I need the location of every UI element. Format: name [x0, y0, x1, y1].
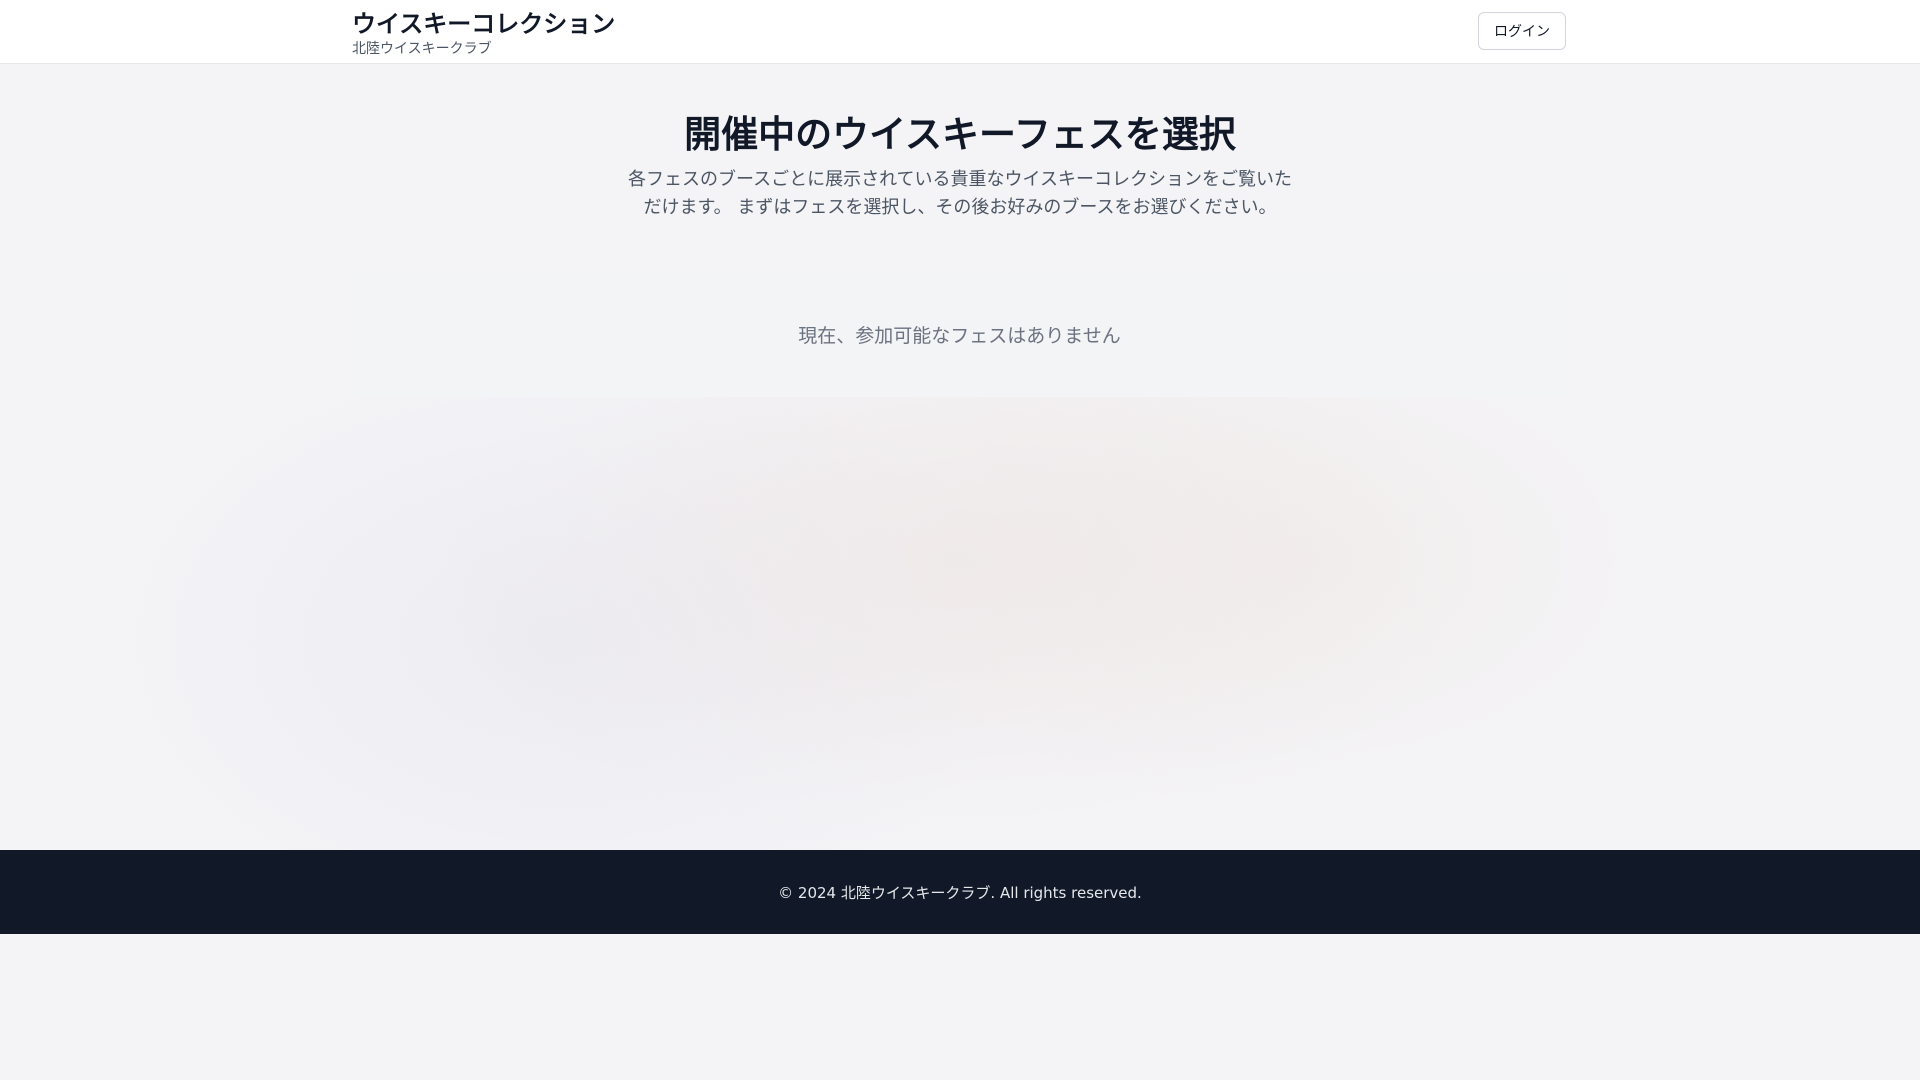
page-description: 各フェスのブースごとに展示されている貴重なウイスキーコレクションをご覧いただけま…: [627, 169, 1293, 218]
site-subtitle: 北陸ウイスキークラブ: [352, 41, 492, 57]
site-footer: © 2024 北陸ウイスキークラブ. All rights reserved.: [0, 850, 1920, 934]
login-button[interactable]: ログイン: [1478, 12, 1566, 50]
page-title: 開催中のウイスキーフェスを選択: [684, 113, 1236, 156]
site-header: ウイスキーコレクション 北陸ウイスキークラブ ログイン: [0, 0, 1920, 64]
site-title[interactable]: ウイスキーコレクション: [352, 4, 615, 39]
empty-fest-panel: 現在、参加可能なフェスはありません: [352, 271, 1567, 397]
copyright-text: © 2024 北陸ウイスキークラブ. All rights reserved.: [778, 883, 1142, 902]
empty-message: 現在、参加可能なフェスはありません: [798, 324, 1121, 347]
